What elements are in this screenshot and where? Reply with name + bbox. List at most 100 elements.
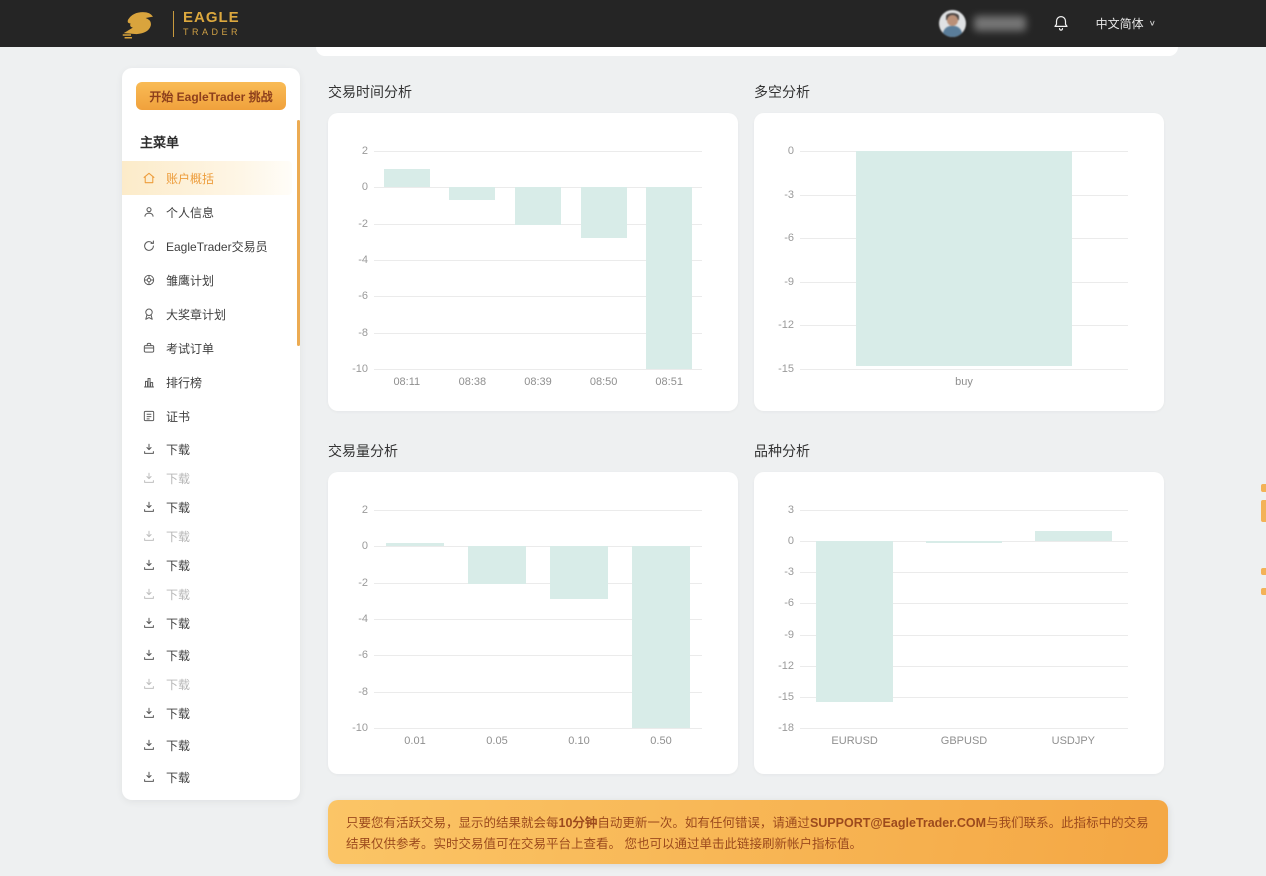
- helm-icon: [142, 273, 156, 287]
- sidebar-item-download[interactable]: 下载: [122, 465, 300, 491]
- brand-name-bottom: TRADER: [183, 28, 241, 37]
- app-root: EAGLE TRADER 中文简体 ∨: [0, 0, 1266, 876]
- start-challenge-button[interactable]: 开始 EagleTrader 挑战: [136, 82, 286, 110]
- home-icon: [142, 171, 156, 185]
- download-icon: [142, 471, 156, 485]
- notification-bell-icon[interactable]: [1052, 14, 1070, 34]
- chart-card: 20-2-4-6-8-100.010.050.100.50: [328, 472, 738, 774]
- y-axis-tick-label: -6: [330, 290, 368, 302]
- download-icon: [142, 529, 156, 543]
- y-axis-tick-label: -3: [756, 566, 794, 578]
- language-selector[interactable]: 中文简体 ∨: [1096, 15, 1156, 32]
- sidebar-item-label: 下载: [166, 586, 190, 603]
- sidebar-item-young-eagle-plan[interactable]: 雏鹰计划: [122, 263, 300, 297]
- sidebar-item-download[interactable]: 下载: [122, 491, 300, 523]
- chart-trading-time-analysis: 交易时间分析 20-2-4-6-8-1008:1108:3808:3908:50…: [328, 82, 738, 411]
- x-axis-tick-label: GBPUSD: [941, 735, 987, 747]
- sidebar-menu: 账户概括个人信息 EagleTrader交易员雏鹰计划大奖章计划考试订单排行榜证书…: [122, 161, 300, 793]
- sidebar-item-download[interactable]: 下载: [122, 697, 300, 729]
- sidebar-item-label: 下载: [166, 615, 190, 632]
- sidebar-item-download[interactable]: 下载: [122, 671, 300, 697]
- notice-text-segment: 10分钟: [559, 816, 598, 830]
- download-icon: [142, 738, 156, 752]
- notice-text-segment: 自动更新一次。如有任何错误，请通过: [597, 816, 810, 830]
- chart-card: 0-3-6-9-12-15buy: [754, 113, 1164, 411]
- top-header: EAGLE TRADER 中文简体 ∨: [0, 0, 1266, 47]
- x-axis-tick-label: buy: [955, 376, 973, 388]
- sidebar-item-eagletrader-trader[interactable]: EagleTrader交易员: [122, 229, 300, 263]
- y-axis-tick-label: -9: [756, 629, 794, 641]
- sidebar-item-label: 大奖章计划: [166, 306, 226, 323]
- scrolled-card-remnant: [316, 47, 1178, 56]
- sidebar-item-exam-orders[interactable]: 考试订单: [122, 331, 300, 365]
- chart-bar-08:50: [581, 187, 627, 238]
- sidebar-item-personal-info[interactable]: 个人信息: [122, 195, 300, 229]
- x-axis-tick-label: EURUSD: [831, 735, 877, 747]
- y-axis-tick-label: -10: [330, 363, 368, 375]
- y-axis-tick-label: -12: [756, 319, 794, 331]
- chart-bar-buy: [856, 151, 1072, 366]
- y-axis-tick-label: 2: [330, 504, 368, 516]
- sidebar-item-certificate[interactable]: 证书: [122, 399, 300, 433]
- brand-logo[interactable]: EAGLE TRADER: [120, 0, 241, 47]
- sidebar-item-label: 证书: [166, 408, 190, 425]
- sidebar-item-medal-plan[interactable]: 大奖章计划: [122, 297, 300, 331]
- sidebar-item-label: 考试订单: [166, 340, 214, 357]
- refresh-icon: [142, 239, 156, 253]
- sidebar-item-label: 雏鹰计划: [166, 272, 214, 289]
- chart-volume-analysis: 交易量分析 20-2-4-6-8-100.010.050.100.50: [328, 441, 738, 774]
- sidebar-item-download[interactable]: 下载: [122, 729, 300, 761]
- download-icon: [142, 500, 156, 514]
- sidebar-item-label: EagleTrader交易员: [166, 238, 268, 255]
- download-icon: [142, 770, 156, 784]
- sidebar-item-download[interactable]: 下载: [122, 549, 300, 581]
- gridline: [800, 510, 1128, 511]
- sidebar-scrollbar[interactable]: [297, 120, 300, 346]
- sidebar-item-download[interactable]: 下载: [122, 761, 300, 793]
- x-axis-tick-label: USDJPY: [1052, 735, 1095, 747]
- sidebar-item-label: 下载: [166, 676, 190, 693]
- gridline: [374, 510, 702, 511]
- download-icon: [142, 706, 156, 720]
- download-icon: [142, 442, 156, 456]
- y-axis-tick-label: -4: [330, 613, 368, 625]
- avatar[interactable]: [939, 10, 966, 37]
- y-axis-tick-label: -15: [756, 691, 794, 703]
- x-axis-tick-label: 08:51: [655, 376, 683, 388]
- y-axis-tick-label: -8: [330, 327, 368, 339]
- sidebar-item-label: 账户概括: [166, 170, 214, 187]
- sidebar-item-leaderboard[interactable]: 排行榜: [122, 365, 300, 399]
- gridline: [374, 151, 702, 152]
- gridline: [374, 728, 702, 729]
- download-icon: [142, 677, 156, 691]
- x-axis-tick-label: 0.05: [486, 735, 507, 747]
- language-label: 中文简体: [1096, 15, 1144, 32]
- gridline: [800, 369, 1128, 370]
- username-redacted: [974, 16, 1026, 31]
- sidebar-item-label: 下载: [166, 737, 190, 754]
- notice-text-segment: 只要您有活跃交易，显示的结果就会每: [346, 816, 559, 830]
- sidebar-item-download[interactable]: 下载: [122, 581, 300, 607]
- sidebar-item-account-overview[interactable]: 账户概括: [122, 161, 292, 195]
- user-menu[interactable]: [939, 10, 1026, 37]
- sidebar-item-download[interactable]: 下载: [122, 523, 300, 549]
- sidebar-item-download[interactable]: 下载: [122, 607, 300, 639]
- y-axis-tick-label: -6: [756, 232, 794, 244]
- y-axis-tick-label: -15: [756, 363, 794, 375]
- sidebar-item-label: 排行榜: [166, 374, 202, 391]
- y-axis-tick-label: 0: [330, 181, 368, 193]
- sidebar-item-download[interactable]: 下载: [122, 433, 300, 465]
- update-notice-banner[interactable]: 只要您有活跃交易，显示的结果就会每10分钟自动更新一次。如有任何错误，请通过SU…: [328, 800, 1168, 864]
- chart-title: 品种分析: [754, 441, 1164, 461]
- x-axis-tick-label: 08:39: [524, 376, 552, 388]
- x-axis-tick-label: 0.50: [650, 735, 671, 747]
- certificate-icon: [142, 409, 156, 423]
- sidebar-item-label: 下载: [166, 528, 190, 545]
- y-axis-tick-label: -12: [756, 660, 794, 672]
- y-axis-tick-label: -9: [756, 276, 794, 288]
- y-axis-tick-label: -8: [330, 686, 368, 698]
- chart-title: 交易时间分析: [328, 82, 738, 102]
- y-axis-tick-label: 3: [756, 504, 794, 516]
- sidebar-item-download[interactable]: 下载: [122, 639, 300, 671]
- brand-divider: [173, 11, 174, 37]
